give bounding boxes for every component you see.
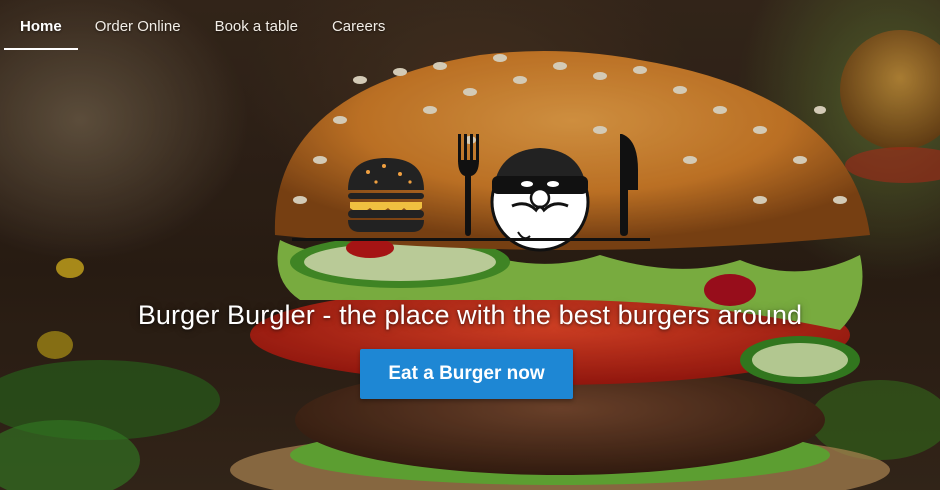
burger-burgler-logo — [292, 134, 650, 252]
hero-headline: Burger Burgler - the place with the best… — [137, 300, 803, 330]
logo-baseline — [292, 238, 650, 241]
eat-a-burger-button[interactable]: Eat a Burger now — [360, 349, 573, 399]
hero-section: Home Order Online Book a table Careers B… — [0, 0, 940, 490]
nav-careers[interactable]: Careers — [315, 0, 402, 52]
main-nav: Home Order Online Book a table Careers — [0, 0, 402, 52]
burgler-mascot-icon — [490, 148, 590, 252]
nav-book-a-table[interactable]: Book a table — [198, 0, 315, 52]
nav-order-online[interactable]: Order Online — [78, 0, 198, 52]
fork-icon — [458, 134, 479, 236]
nav-home[interactable]: Home — [0, 0, 78, 52]
burger-icon — [348, 158, 424, 232]
knife-icon — [620, 134, 638, 236]
